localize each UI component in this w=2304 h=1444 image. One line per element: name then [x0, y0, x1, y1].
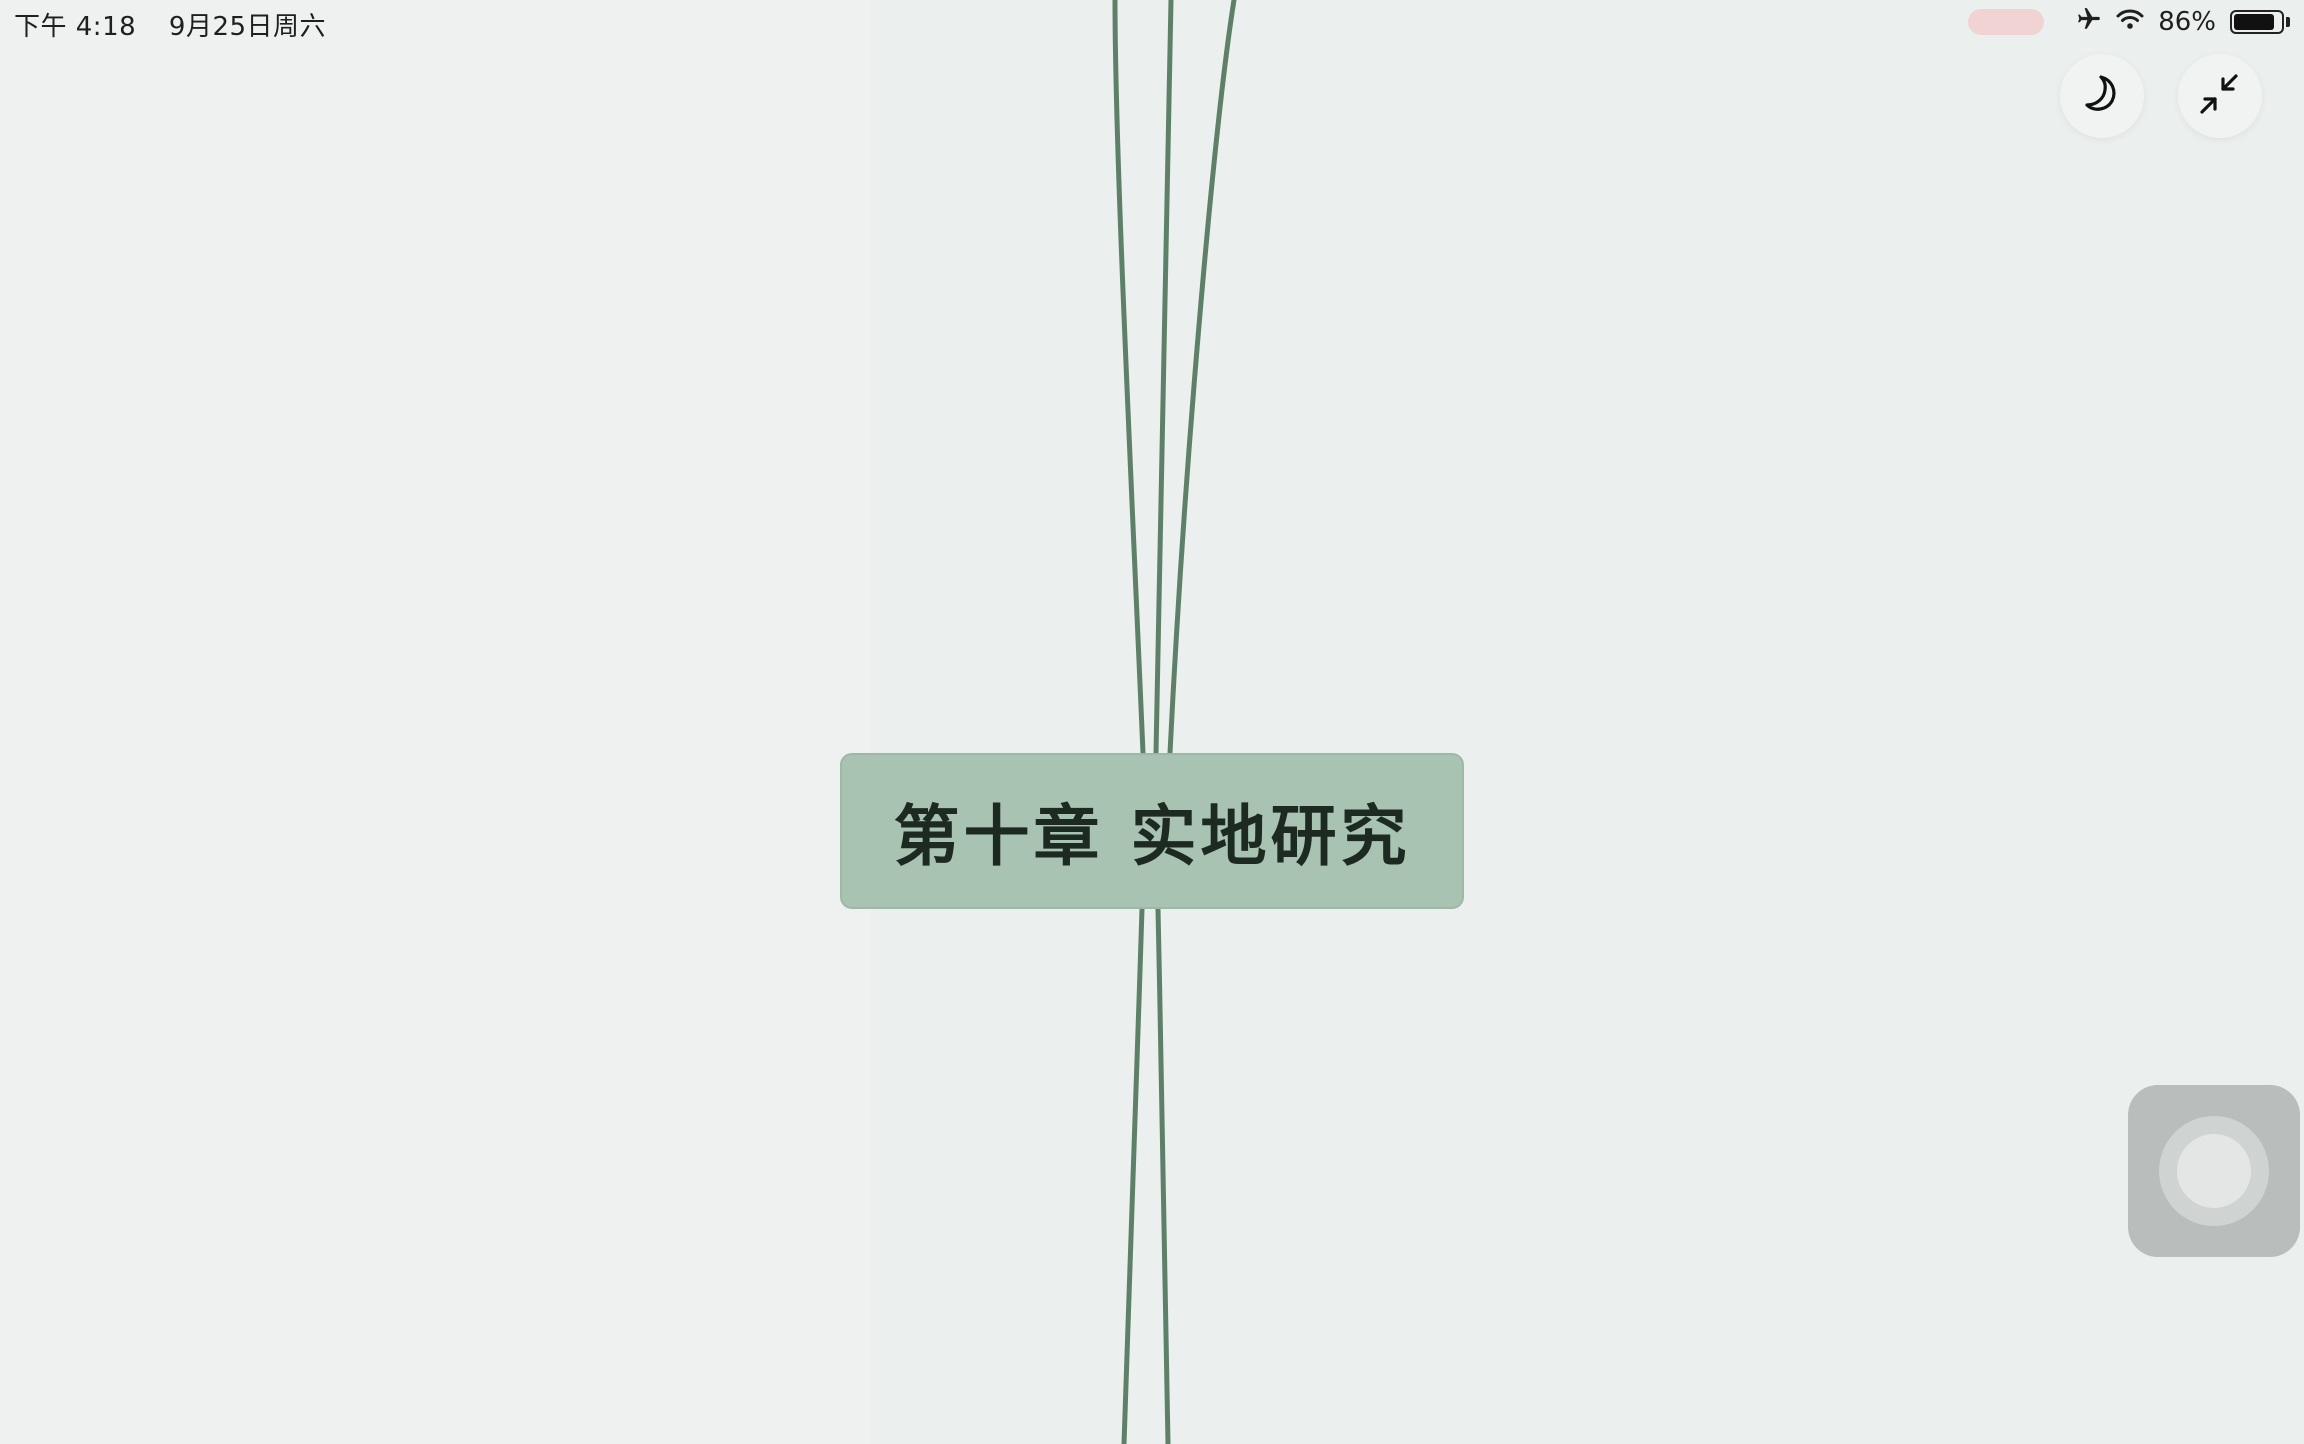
airplane-icon — [2076, 6, 2102, 39]
connector-line — [1167, 0, 1237, 756]
battery-icon — [2230, 10, 2290, 34]
connector-line — [1153, 0, 1174, 756]
screen-recording-indicator — [1968, 9, 2045, 35]
connector-line — [1112, 0, 1146, 756]
battery-percent: 86% — [2158, 7, 2216, 37]
battery-level-fill — [2234, 14, 2274, 30]
status-time: 下午 4:18 — [14, 12, 137, 42]
mindmap-connectors — [1112, 0, 1237, 1444]
collapse-arrows-icon — [2196, 70, 2244, 122]
central-topic-title: 第十章 实地研究 — [893, 798, 1411, 875]
assistive-touch-icon — [2159, 1116, 2269, 1226]
wifi-icon — [2116, 7, 2144, 38]
status-date: 9月25日周六 — [168, 12, 327, 42]
night-mode-button[interactable] — [2060, 54, 2144, 138]
connector-line — [1155, 906, 1171, 1444]
moon-icon — [2079, 71, 2125, 121]
connector-line — [1121, 906, 1145, 1444]
assistive-touch-button[interactable] — [2128, 1085, 2300, 1257]
exit-fullscreen-button[interactable] — [2178, 54, 2262, 138]
status-bar-right: 86% — [1968, 4, 2290, 40]
status-bar-left: 下午 4:18 9月25日周六 — [14, 6, 326, 43]
central-topic-node[interactable]: 第十章 实地研究 — [840, 753, 1464, 909]
